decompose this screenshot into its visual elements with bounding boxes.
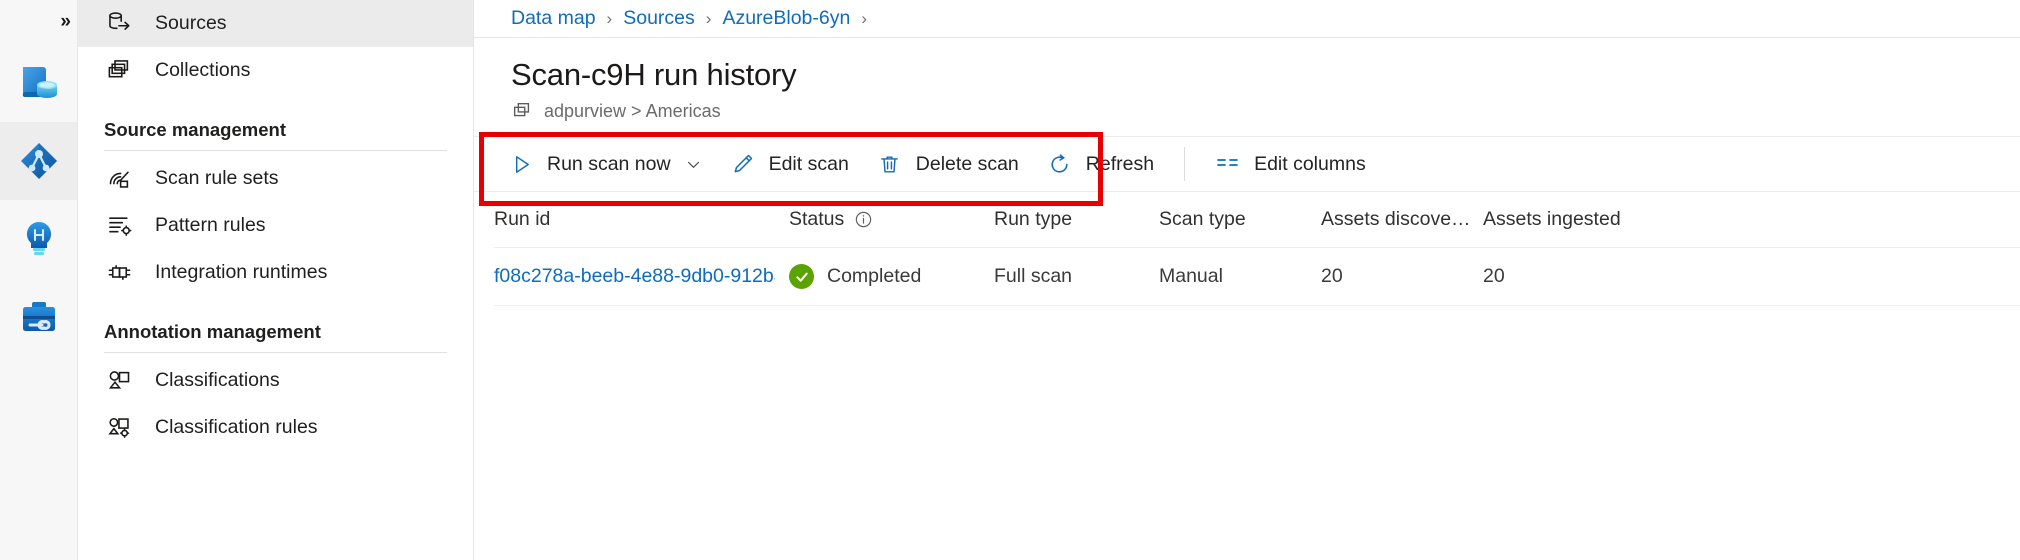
sidebar-item-classifications-label: Classifications: [155, 369, 280, 392]
play-triangle-icon: [508, 151, 534, 177]
sources-icon: [104, 9, 134, 39]
cell-run-type: Full scan: [994, 265, 1159, 288]
column-header-assets-discovered[interactable]: Assets discove…: [1321, 208, 1483, 231]
sidebar-item-scan-rule-sets[interactable]: Scan rule sets: [78, 155, 473, 202]
page-title: Scan-c9H run history: [511, 56, 2020, 94]
sidebar-item-classification-rules-label: Classification rules: [155, 416, 318, 439]
sidebar-item-sources[interactable]: Sources: [78, 0, 473, 47]
column-header-run-id-label: Run id: [494, 208, 550, 231]
collections-icon: [104, 56, 134, 86]
rail-item-insights[interactable]: [0, 200, 77, 278]
column-header-scan-type-label: Scan type: [1159, 208, 1246, 231]
sidebar-item-integration-runtimes[interactable]: Integration runtimes: [78, 249, 473, 296]
edit-columns-label: Edit columns: [1254, 153, 1366, 176]
run-history-table: Run id Status Run type: [474, 192, 2020, 306]
sidebar-section-annotation-management-title: Annotation management: [78, 320, 473, 344]
refresh-label: Refresh: [1086, 153, 1154, 176]
edit-columns-icon: [1215, 151, 1241, 177]
sidebar-section-source-management-title: Source management: [78, 118, 473, 142]
refresh-circular-arrow-icon: [1047, 151, 1073, 177]
sidebar-item-collections-label: Collections: [155, 59, 250, 82]
check-circle-icon: [789, 264, 814, 289]
edit-columns-button[interactable]: Edit columns: [1201, 141, 1380, 187]
run-id-link[interactable]: f08c278a-beeb-4e88-9db0-912b3b1: [494, 265, 775, 288]
status-badge: Completed: [789, 264, 921, 289]
column-header-run-type[interactable]: Run type: [994, 208, 1159, 231]
collection-icon: [511, 100, 533, 122]
sidebar-nav: Sources Collections Source management: [78, 0, 474, 560]
expand-rail-button[interactable]: »: [0, 0, 77, 44]
cell-assets-ingested: 20: [1483, 265, 1703, 288]
classifications-icon: [104, 366, 134, 396]
classification-rules-icon: [104, 413, 134, 443]
page-header: Scan-c9H run history adpurview > America…: [474, 38, 2020, 122]
command-bar: Run scan now Edit scan: [474, 136, 2020, 192]
page-subtitle-text: adpurview > Americas: [544, 101, 721, 122]
catalog-book-database-icon: [18, 62, 60, 104]
sidebar-item-sources-label: Sources: [155, 12, 227, 35]
sidebar-item-pattern-rules-label: Pattern rules: [155, 214, 266, 237]
breadcrumb: Data map › Sources › AzureBlob-6yn ›: [474, 0, 2020, 38]
sidebar-divider-1: [104, 150, 447, 151]
cell-assets-discovered: 20: [1321, 265, 1483, 288]
pencil-icon: [730, 151, 756, 177]
rail-item-data-catalog[interactable]: [0, 44, 77, 122]
pattern-rules-icon: [104, 211, 134, 241]
column-header-status[interactable]: Status: [789, 208, 994, 231]
delete-scan-label: Delete scan: [916, 153, 1019, 176]
column-header-status-label: Status: [789, 208, 844, 231]
breadcrumb-separator-icon: ›: [607, 9, 613, 29]
table-header-row: Run id Status Run type: [494, 192, 2020, 248]
column-header-assets-ingested-label: Assets ingested: [1483, 208, 1621, 231]
data-map-diamond-icon: [18, 140, 60, 182]
column-header-run-type-label: Run type: [994, 208, 1072, 231]
main-content: Data map › Sources › AzureBlob-6yn › Sca…: [474, 0, 2020, 560]
refresh-button[interactable]: Refresh: [1033, 141, 1168, 187]
management-toolbox-icon: [18, 296, 60, 338]
column-header-assets-ingested[interactable]: Assets ingested: [1483, 208, 1703, 231]
column-header-assets-discovered-label: Assets discove…: [1321, 208, 1471, 231]
insights-lightbulb-icon: [18, 218, 60, 260]
cell-run-id: f08c278a-beeb-4e88-9db0-912b3b1: [494, 265, 789, 288]
sidebar-item-scan-rule-sets-label: Scan rule sets: [155, 167, 279, 190]
sidebar-item-collections[interactable]: Collections: [78, 47, 473, 94]
chevron-down-icon[interactable]: [685, 156, 702, 173]
breadcrumb-separator-icon: ›: [861, 9, 867, 29]
info-circle-icon[interactable]: [854, 210, 873, 229]
scan-rule-sets-icon: [104, 164, 134, 194]
status-label: Completed: [827, 265, 921, 288]
column-header-run-id[interactable]: Run id: [494, 208, 789, 231]
cell-scan-type: Manual: [1159, 265, 1321, 288]
breadcrumb-separator-icon: ›: [706, 9, 712, 29]
sidebar-divider-2: [104, 352, 447, 353]
integration-runtimes-icon: [104, 258, 134, 288]
run-scan-now-label: Run scan now: [547, 153, 671, 176]
delete-scan-button[interactable]: Delete scan: [863, 141, 1033, 187]
sidebar-item-classification-rules[interactable]: Classification rules: [78, 404, 473, 451]
table-row[interactable]: f08c278a-beeb-4e88-9db0-912b3b1 Complete…: [494, 248, 2020, 306]
cell-status: Completed: [789, 264, 994, 289]
command-bar-divider: [1184, 147, 1185, 181]
run-scan-now-button[interactable]: Run scan now: [494, 141, 716, 187]
trash-icon: [877, 151, 903, 177]
left-icon-rail: »: [0, 0, 78, 560]
breadcrumb-item-data-map[interactable]: Data map: [511, 7, 596, 30]
page-subtitle: adpurview > Americas: [511, 100, 2020, 122]
edit-scan-label: Edit scan: [769, 153, 849, 176]
command-bar-wrapper: Run scan now Edit scan: [474, 136, 2020, 192]
sidebar-item-classifications[interactable]: Classifications: [78, 357, 473, 404]
rail-item-management[interactable]: [0, 278, 77, 356]
rail-item-data-map[interactable]: [0, 122, 77, 200]
edit-scan-button[interactable]: Edit scan: [716, 141, 863, 187]
double-chevron-right-icon: »: [60, 11, 69, 33]
column-header-scan-type[interactable]: Scan type: [1159, 208, 1321, 231]
sidebar-item-integration-runtimes-label: Integration runtimes: [155, 261, 327, 284]
purview-scan-run-history-page: »: [0, 0, 2020, 560]
sidebar-item-pattern-rules[interactable]: Pattern rules: [78, 202, 473, 249]
breadcrumb-item-azureblob[interactable]: AzureBlob-6yn: [722, 7, 850, 30]
breadcrumb-item-sources[interactable]: Sources: [623, 7, 695, 30]
